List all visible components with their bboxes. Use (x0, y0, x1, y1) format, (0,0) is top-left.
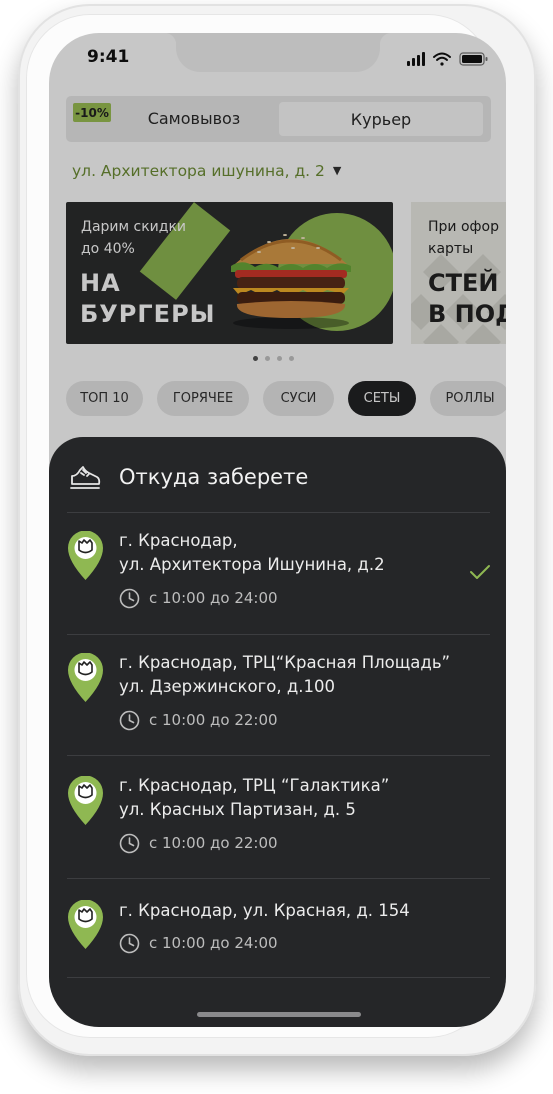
map-pin-icon (68, 653, 103, 702)
divider (67, 755, 490, 756)
location-address-line: ул. Красных Партизан, д. 5 (119, 800, 356, 819)
location-hours: с 10:00 до 24:00 (149, 589, 278, 607)
map-pin-icon (68, 900, 103, 949)
app-screen: 9:41 -10% Самовывоз Курьер ул. Архитекто… (49, 33, 506, 1027)
clock-icon (119, 588, 140, 609)
clock-icon (119, 933, 140, 954)
location-hours: с 10:00 до 24:00 (149, 934, 278, 952)
location-address-line: ул. Архитектора Ишунина, д.2 (119, 555, 385, 574)
clock-icon (119, 710, 140, 731)
clock-icon (119, 833, 140, 854)
location-hours: с 10:00 до 22:00 (149, 834, 278, 852)
divider (67, 512, 490, 513)
location-address-line: г. Краснодар, ТРЦ “Галактика” (119, 776, 390, 795)
location-item[interactable]: г. Краснодар, ул. Архитектора Ишунина, д… (49, 531, 506, 631)
location-address-line: г. Краснодар, ул. Красная, д. 154 (119, 901, 410, 920)
location-item[interactable]: г. Краснодар, ТРЦ “Галактика” ул. Красны… (49, 776, 506, 876)
location-hours: с 10:00 до 22:00 (149, 711, 278, 729)
location-address-line: г. Краснодар, ТРЦ“Красная Площадь” (119, 653, 451, 672)
location-address-line: ул. Дзержинского, д.100 (119, 677, 335, 696)
sneaker-icon (70, 466, 101, 489)
location-item[interactable]: г. Краснодар, ТРЦ“Красная Площадь” ул. Д… (49, 653, 506, 753)
location-item[interactable]: г. Краснодар, ул. Красная, д. 154 с 10:0… (49, 900, 506, 980)
location-address-line: г. Краснодар, (119, 531, 238, 550)
home-indicator[interactable] (197, 1012, 361, 1017)
divider (67, 634, 490, 635)
map-pin-icon (68, 776, 103, 825)
map-pin-icon (68, 531, 103, 580)
divider (67, 878, 490, 879)
sheet-title: Откуда заберете (119, 465, 309, 489)
check-icon (470, 565, 490, 579)
divider (67, 977, 490, 978)
pickup-location-sheet: Откуда заберете г. Краснодар, ул. Архите… (49, 437, 506, 1027)
